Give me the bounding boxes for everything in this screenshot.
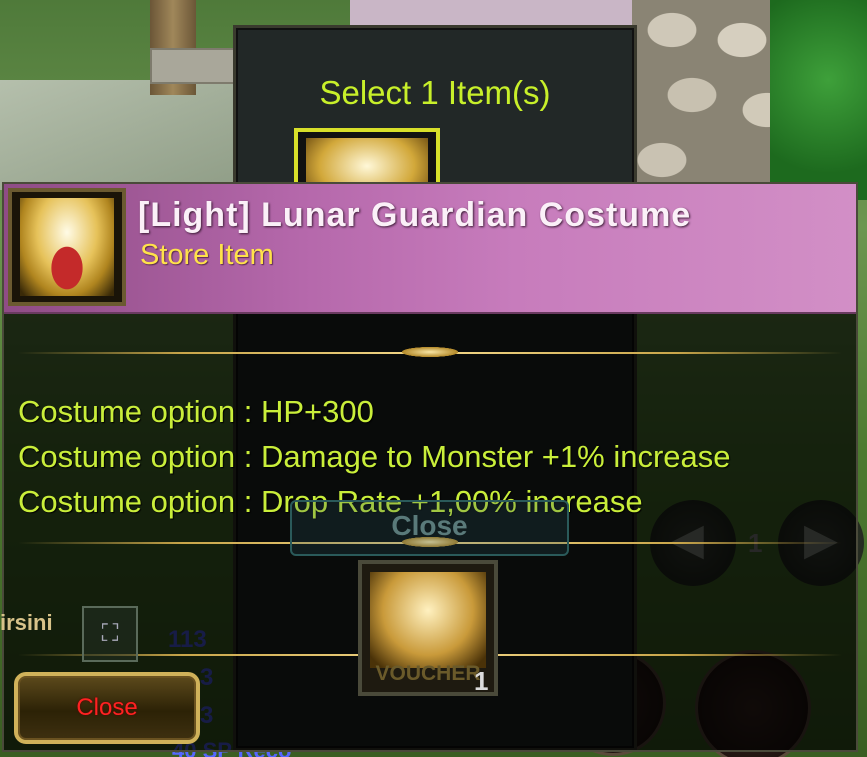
voucher-count: 1 <box>474 666 489 696</box>
divider <box>18 347 842 357</box>
close-button[interactable]: Close <box>14 672 200 744</box>
select-dialog-title: Select 1 Item(s) <box>319 74 551 111</box>
tooltip-header: [Light] Lunar Guardian Costume Store Ite… <box>4 184 856 314</box>
item-icon-frame <box>8 188 126 306</box>
item-type: Store Item <box>140 239 274 271</box>
divider-ornament-icon <box>402 347 458 357</box>
costume-option: Costume option : Damage to Monster +1% i… <box>18 439 731 474</box>
dialog-close-button-behind: Close <box>290 500 569 556</box>
side-text: irsini <box>0 610 53 635</box>
close-button-label: Close <box>76 694 138 721</box>
item-name: [Light] Lunar Guardian Costume <box>138 196 692 234</box>
voucher-icon <box>370 572 486 668</box>
costume-option: Costume option : HP+300 <box>18 394 374 429</box>
ghost-close-label: Close <box>391 510 468 541</box>
costume-armor-icon <box>20 198 114 296</box>
green-bush <box>770 0 867 200</box>
expand-icon[interactable]: ⛶ <box>82 606 138 662</box>
stone-fence <box>150 48 239 84</box>
